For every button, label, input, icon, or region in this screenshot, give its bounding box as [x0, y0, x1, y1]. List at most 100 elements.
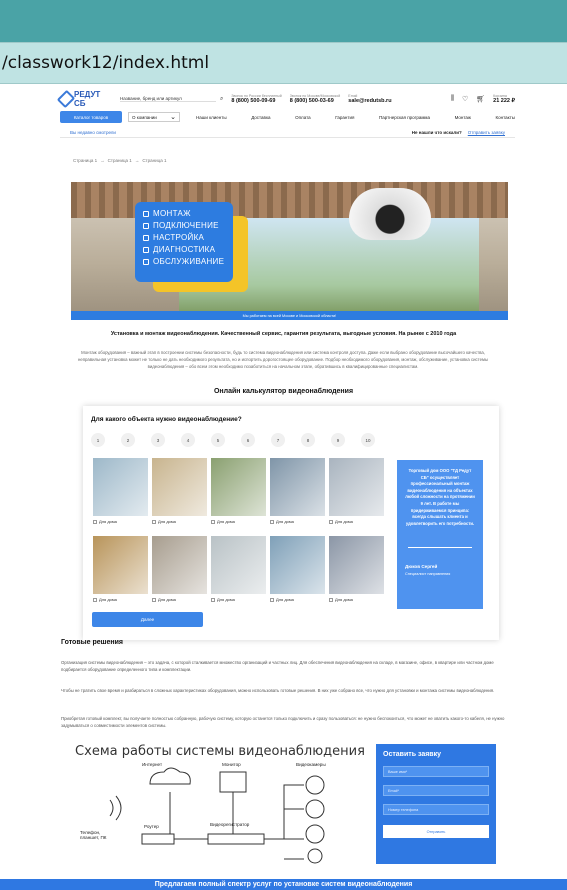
object-checkbox[interactable]	[270, 597, 274, 602]
ready-paragraph-3: Приобретая готовый комплект, вы получает…	[61, 716, 505, 728]
email-field[interactable]: Email*	[383, 785, 489, 796]
object-checkbox[interactable]	[93, 519, 97, 524]
address-bar[interactable]: /classwork12/index.html	[0, 42, 567, 84]
step-7[interactable]: 7	[271, 433, 285, 447]
breadcrumb-current: Страница 1	[142, 158, 167, 163]
nav-item-contacts[interactable]: Контакты	[496, 115, 515, 120]
cart-icon[interactable]: 🛒︎	[476, 95, 485, 103]
step-3[interactable]: 3	[151, 433, 165, 447]
object-tile[interactable]: Для дома	[93, 458, 148, 524]
object-tile[interactable]: Для дома	[270, 536, 325, 602]
object-label: Для дома	[217, 519, 235, 524]
scheme-drawing	[109, 767, 325, 864]
step-9[interactable]: 9	[331, 433, 345, 447]
breadcrumb-item[interactable]: Страница 1	[108, 158, 132, 163]
breadcrumb-item[interactable]: Страница 1	[73, 158, 97, 163]
object-photo[interactable]	[152, 458, 207, 516]
url-text[interactable]: /classwork12/index.html	[2, 53, 209, 73]
name-field[interactable]: Ваше имя*	[383, 766, 489, 777]
step-6[interactable]: 6	[241, 433, 255, 447]
label-monitor: Монитор	[222, 762, 241, 767]
nav-item-installation[interactable]: Монтаж	[455, 115, 471, 120]
intro-text: Монтаж оборудования – важный этап в пост…	[77, 350, 489, 369]
monitor-icon	[219, 771, 247, 793]
object-caption: Для дома	[152, 519, 207, 524]
object-photo[interactable]	[329, 536, 384, 594]
recently-viewed-link[interactable]: Вы недавно смотрели	[70, 130, 116, 135]
compare-icon[interactable]: ⫼	[451, 95, 454, 103]
object-label: Для дома	[276, 597, 294, 602]
object-label: Для дома	[158, 597, 176, 602]
object-photo[interactable]	[329, 458, 384, 516]
calculator-question: Для какого объекта нужно видеонаблюдение…	[91, 416, 242, 423]
object-checkbox[interactable]	[93, 597, 97, 602]
object-checkbox[interactable]	[152, 519, 156, 524]
nav-item-payment[interactable]: Оплата	[295, 115, 310, 120]
object-tile[interactable]: Для дома	[152, 458, 207, 524]
object-photo[interactable]	[211, 536, 266, 594]
object-checkbox[interactable]	[270, 519, 274, 524]
phone-field[interactable]: Номер телефона	[383, 804, 489, 815]
label-internet: Интернет	[142, 762, 163, 767]
phone2[interactable]: 8 (800) 500-03-69	[290, 98, 341, 104]
object-tile[interactable]: Для дома	[211, 458, 266, 524]
logo-shield-icon	[56, 89, 76, 109]
search-input[interactable]: Название, бренд или артикул	[120, 96, 216, 102]
camera-icon	[307, 848, 323, 864]
checkbox-icon	[143, 235, 149, 241]
object-tile[interactable]: Для дома	[211, 536, 266, 602]
service-item: ОБСЛУЖИВАНИЕ	[143, 256, 225, 268]
object-tile[interactable]: Для дома	[329, 458, 384, 524]
object-checkbox[interactable]	[211, 597, 215, 602]
object-checkbox[interactable]	[211, 519, 215, 524]
nav-item-clients[interactable]: Наши клиенты	[196, 115, 227, 120]
object-checkbox[interactable]	[152, 597, 156, 602]
router-icon	[141, 833, 175, 845]
object-photo[interactable]	[211, 458, 266, 516]
breadcrumb: Страница 1 → Страница 1 → Страница 1	[73, 158, 166, 163]
service-item: ДИАГНОСТИКА	[143, 244, 225, 256]
service-item: ПОДКЛЮЧЕНИЕ	[143, 220, 225, 232]
nav-item-partners[interactable]: Партнерская программа	[379, 115, 430, 120]
search-icon[interactable]: ⌕	[220, 96, 223, 103]
label-phone: Телефон, планшет, ПК	[80, 830, 107, 840]
nav-item-warranty[interactable]: Гарантия	[335, 115, 354, 120]
object-photo[interactable]	[93, 536, 148, 594]
object-photo[interactable]	[270, 536, 325, 594]
object-photo[interactable]	[270, 458, 325, 516]
step-1[interactable]: 1	[91, 433, 105, 447]
cloud-icon	[149, 767, 191, 785]
send-request-link[interactable]: Отправить заявку	[468, 130, 505, 135]
ready-paragraph-1: Организация системы видеонаблюдения – эт…	[61, 660, 494, 672]
object-tile[interactable]: Для дома	[329, 536, 384, 602]
camera-icon	[305, 775, 325, 795]
object-label: Для дома	[335, 519, 353, 524]
step-4[interactable]: 4	[181, 433, 195, 447]
step-8[interactable]: 8	[301, 433, 315, 447]
step-5[interactable]: 5	[211, 433, 225, 447]
object-tile[interactable]: Для дома	[93, 536, 148, 602]
object-checkbox[interactable]	[329, 597, 333, 602]
object-checkbox[interactable]	[329, 519, 333, 524]
catalog-button[interactable]: Каталог товаров	[60, 111, 122, 123]
object-caption: Для дома	[270, 519, 325, 524]
cart-block[interactable]: Корзина 21 222 ₽	[493, 94, 515, 104]
object-photo[interactable]	[152, 536, 207, 594]
step-10[interactable]: 10	[361, 433, 375, 447]
ready-paragraph-2: Чтобы не тратить свое время и разбиратьс…	[61, 688, 495, 693]
nav-item-delivery[interactable]: Доставка	[251, 115, 270, 120]
step-2[interactable]: 2	[121, 433, 135, 447]
phone1[interactable]: 8 (800) 500-09-69	[231, 98, 281, 104]
send-button[interactable]: Отправить	[383, 825, 489, 838]
email-link[interactable]: sale@redutsb.ru	[348, 98, 391, 104]
object-tile[interactable]: Для дома	[152, 536, 207, 602]
object-photo[interactable]	[93, 458, 148, 516]
phone-block-1: Звонок по России бесплатный 8 (800) 500-…	[231, 94, 281, 104]
site-logo[interactable]: РЕДУТ СБ	[56, 89, 106, 109]
next-button[interactable]: Далее	[92, 612, 203, 627]
recorder-icon	[207, 833, 265, 845]
favorites-heart-icon[interactable]: ♡	[462, 95, 468, 103]
about-dropdown[interactable]: О компании ⌄	[128, 112, 180, 122]
object-caption: Для дома	[211, 519, 266, 524]
object-tile[interactable]: Для дома	[270, 458, 325, 524]
